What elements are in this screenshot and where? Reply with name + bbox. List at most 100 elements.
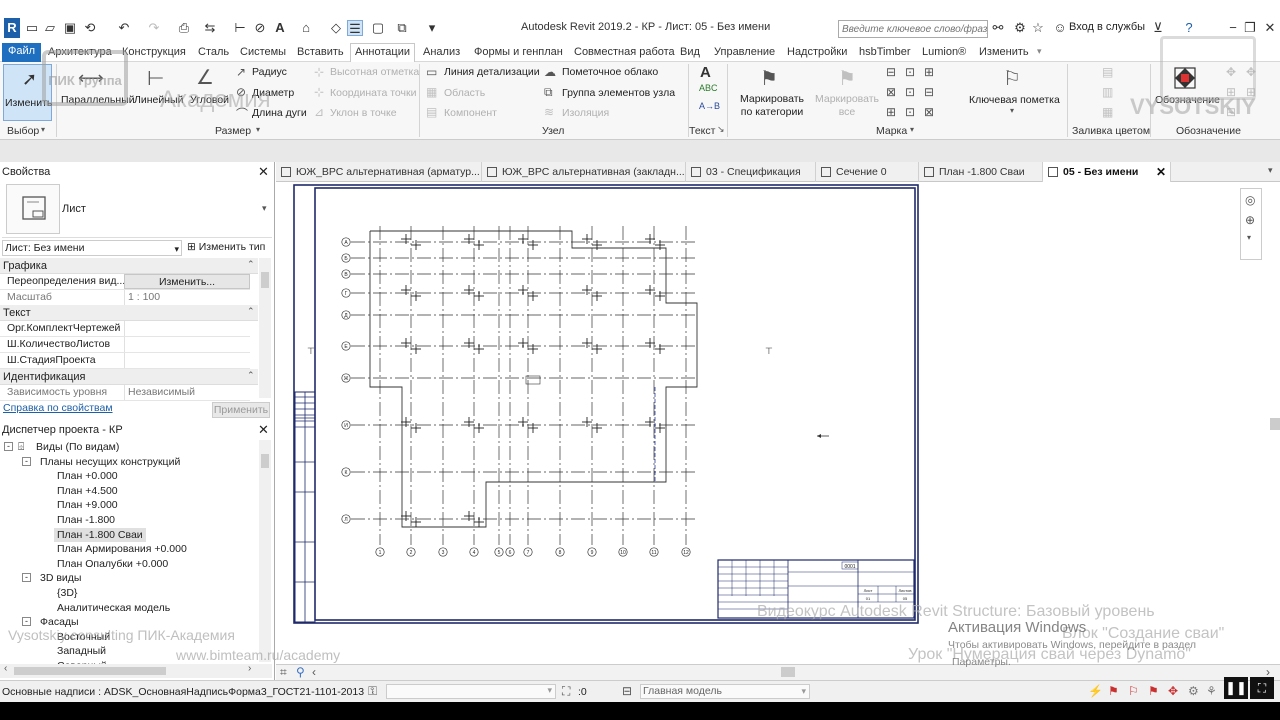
browser-tree-item[interactable]: План +0.000 xyxy=(57,469,118,483)
tab-addins[interactable]: Надстройки xyxy=(785,44,849,61)
tree-toggle[interactable]: - xyxy=(22,573,31,583)
close-tab-icon[interactable]: ✕ xyxy=(1156,162,1166,182)
close-window-icon[interactable]: ✕ xyxy=(1262,20,1278,36)
text-panel-arrow-icon[interactable]: ↘ xyxy=(717,124,725,135)
tab-modify[interactable]: Изменить xyxy=(977,44,1031,61)
diameter-button[interactable]: Диаметр xyxy=(252,87,294,99)
redo-icon[interactable]: ↷ xyxy=(146,20,162,36)
canvas-hscroll-thumb[interactable] xyxy=(781,667,795,677)
view-tab[interactable]: ЮЖ_ВРС альтернативная (закладн... xyxy=(482,162,686,182)
tree-toggle[interactable]: - xyxy=(22,617,31,627)
properties-scrollbar[interactable] xyxy=(259,258,271,398)
revision-cloud-icon[interactable]: ☁ xyxy=(544,65,556,79)
fullscreen-icon[interactable]: ⛶ xyxy=(1250,677,1274,699)
view-tab[interactable]: План -1.800 Сваи xyxy=(919,162,1043,182)
area-symbol-icon[interactable]: ⊞ xyxy=(1226,85,1236,99)
editable-only-icon[interactable]: ⛶ xyxy=(562,684,570,699)
span-direction-icon[interactable]: ✥ xyxy=(1226,65,1236,79)
browser-tree-item[interactable]: Виды (По видам) xyxy=(36,440,119,454)
zoom-icon[interactable]: ⊕ xyxy=(1245,213,1255,227)
path-symbol-icon[interactable]: ⊞ xyxy=(1246,85,1256,99)
radius-button[interactable]: Радиус xyxy=(252,66,287,78)
select-by-face-icon[interactable]: ⚑ xyxy=(1148,684,1159,698)
tab-collaborate[interactable]: Совместная работа xyxy=(572,44,677,61)
rebar-symbol-icon[interactable]: ⊟ xyxy=(1226,105,1236,119)
apply-button[interactable]: Применить xyxy=(212,402,270,418)
zoom-dropdown-icon[interactable]: ▾ xyxy=(1247,233,1251,242)
select-underlay-icon[interactable]: ⚑ xyxy=(1108,684,1119,698)
spot-coordinate-button[interactable]: Координата точки xyxy=(330,87,416,99)
tag-all-icon[interactable]: ⚑ xyxy=(838,66,856,91)
stair-tread-icon[interactable]: ⊡ xyxy=(905,105,915,119)
material-tag-icon[interactable]: ⊞ xyxy=(924,65,934,79)
spot-elevation-icon[interactable]: ⊹ xyxy=(314,65,324,79)
help-icon[interactable]: ? xyxy=(1181,20,1197,36)
spot-elevation-button[interactable]: Высотная отметка xyxy=(330,66,419,78)
visual-style-icon[interactable]: ⌗ xyxy=(280,665,287,680)
scroll-left-icon[interactable]: ‹ xyxy=(312,665,316,679)
collapse-identity-icon[interactable]: ⌃ xyxy=(247,370,255,381)
panel-detail-label[interactable]: Узел xyxy=(542,125,564,137)
dimension-icon[interactable]: ⊢ xyxy=(232,20,248,36)
section-identity[interactable]: Идентификация xyxy=(0,369,258,385)
filter-icon[interactable]: ⚘ xyxy=(1206,684,1217,698)
navigation-bar[interactable]: ◎ ⊕ ▾ xyxy=(1240,188,1262,260)
minimize-icon[interactable]: − xyxy=(1225,20,1241,36)
tab-file[interactable]: Файл xyxy=(2,43,42,62)
tab-architecture[interactable]: Архитектура xyxy=(46,44,114,61)
edit-type-button[interactable]: ⊞ Изменить тип xyxy=(187,240,265,256)
sheet-drawing[interactable]: 0001Лист Листов01 051 2 3 4 5 6 7 8 9 10 11 12АБВГДЕЖ… xyxy=(276,182,1268,664)
tab-insert[interactable]: Вставить xyxy=(295,44,346,61)
select-links-icon[interactable]: ⚡ xyxy=(1088,684,1103,698)
aligned-dimension-icon[interactable]: ⟷ xyxy=(78,68,104,89)
prop-row-sheet-set[interactable]: Орг.КомплектЧертежей xyxy=(0,321,250,337)
component-button[interactable]: Компонент xyxy=(444,107,497,119)
browser-tree-item[interactable]: План +9.000 xyxy=(57,498,118,512)
ribbon-minimize-icon[interactable]: ▾ xyxy=(1037,46,1042,57)
browser-tree-item[interactable]: Западный xyxy=(57,644,106,658)
prop-value[interactable] xyxy=(124,353,250,368)
browser-tree-item[interactable]: Аналитическая модель xyxy=(57,601,170,615)
revit-logo-icon[interactable]: R xyxy=(4,18,20,38)
undo-icon[interactable]: ↶ xyxy=(116,20,132,36)
collapse-graphics-icon[interactable]: ⌃ xyxy=(247,259,255,270)
tag-all-button[interactable]: Маркировать все xyxy=(812,93,882,119)
scroll-right-icon[interactable]: › xyxy=(248,663,251,674)
text-icon[interactable]: A xyxy=(272,20,288,36)
3d-view-icon[interactable]: ⌂ xyxy=(298,20,314,36)
view-tab[interactable]: ЮЖ_ВРС альтернативная (арматур... xyxy=(276,162,482,182)
panel-dimension-label[interactable]: Размер xyxy=(215,125,251,137)
switch-windows-icon[interactable]: ▢ xyxy=(370,20,386,36)
linear-dimension-button[interactable]: Линейный xyxy=(134,94,183,106)
sync-icon[interactable]: ⟲ xyxy=(82,20,98,36)
detail-line-icon[interactable]: ▭ xyxy=(426,65,437,79)
scrollbar-thumb[interactable] xyxy=(261,272,269,288)
tree-toggle[interactable]: - xyxy=(22,456,31,466)
browser-tree-item[interactable]: План -1.800 Сваи xyxy=(54,527,146,542)
select-pinned-icon[interactable]: ⚐ xyxy=(1128,684,1139,698)
thin-lines-icon[interactable]: ☰ xyxy=(347,20,363,36)
diameter-icon[interactable]: ⊘ xyxy=(236,85,246,99)
panel-tag-dropdown-icon[interactable]: ▾ xyxy=(910,125,914,134)
panel-colorfill-label[interactable]: Заливка цветом xyxy=(1072,125,1150,137)
type-selector[interactable]: Лист ▾ xyxy=(2,182,272,238)
user-icon[interactable]: ☺ xyxy=(1052,20,1068,36)
properties-help-link[interactable]: Справка по свойствам xyxy=(3,402,113,414)
space-tag-icon[interactable]: ⊟ xyxy=(924,85,934,99)
keynote-dropdown-icon[interactable]: ▾ xyxy=(1010,106,1014,115)
save-icon[interactable]: ▣ xyxy=(62,20,78,36)
panel-tag-label[interactable]: Марка xyxy=(876,125,907,137)
browser-tree-item[interactable]: {3D} xyxy=(57,586,77,600)
instance-selector[interactable]: Лист: Без имени ▾ xyxy=(2,240,182,256)
panel-symbol-label[interactable]: Обозначение xyxy=(1176,125,1241,137)
prop-row-stage[interactable]: Ш.СтадияПроекта xyxy=(0,353,250,369)
browser-tree-item[interactable]: 3D виды xyxy=(40,571,81,585)
browser-tree-item[interactable]: Фасады xyxy=(40,615,79,629)
symbol-icon[interactable] xyxy=(1173,66,1197,90)
aligned-dimension-button[interactable]: Параллельный xyxy=(61,94,135,106)
tab-annotate[interactable]: Аннотации xyxy=(350,43,415,62)
multi-category-tag-icon[interactable]: ⊡ xyxy=(905,65,915,79)
panel-select-label[interactable]: Выбор xyxy=(7,125,39,137)
region-button[interactable]: Область xyxy=(444,87,485,99)
prop-value[interactable] xyxy=(124,337,250,352)
